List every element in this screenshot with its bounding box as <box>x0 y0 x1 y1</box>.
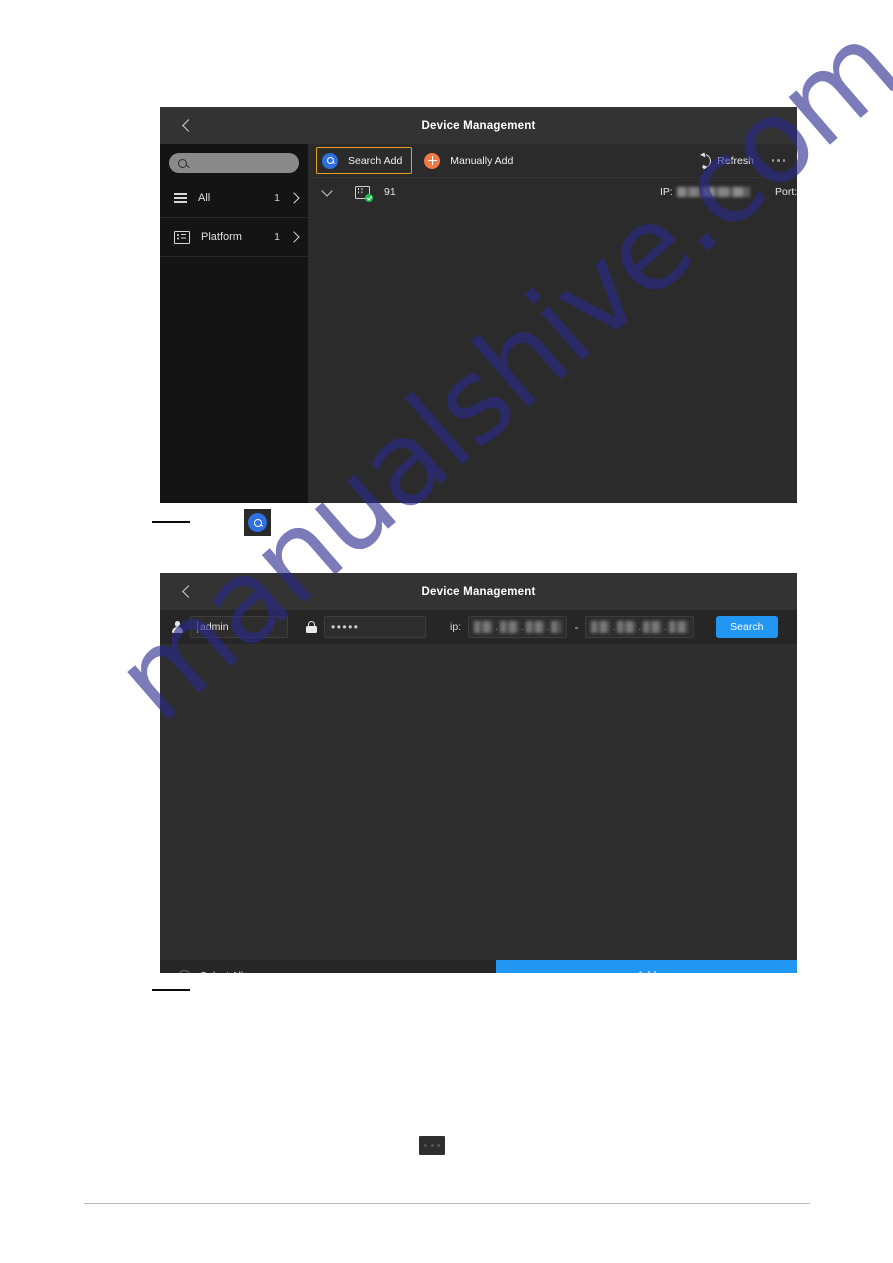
panel-one-content: Search Add Manually Add Refresh 91 IP: P… <box>308 144 797 503</box>
ip-octet-redacted <box>474 621 494 633</box>
ip-range-separator: - <box>574 620 579 634</box>
username-value: admin <box>200 621 229 633</box>
page-title: Device Management <box>421 585 536 598</box>
device-port: Port:8320 <box>775 186 797 198</box>
sidebar-search-wrap <box>160 144 308 179</box>
page-footer-rule <box>84 1203 810 1204</box>
device-ip-value-redacted <box>676 187 750 197</box>
ip-octet-redacted <box>591 621 611 633</box>
device-ip-label: IP: <box>660 186 673 198</box>
ip-octet-redacted <box>617 621 637 633</box>
text-caret <box>197 621 198 633</box>
add-button[interactable]: Add <box>496 960 797 973</box>
sidebar-item-all[interactable]: All 1 <box>160 179 308 218</box>
ip-dot-separator: . <box>638 621 641 633</box>
refresh-icon <box>694 150 714 171</box>
ip-octet-redacted <box>525 621 545 633</box>
panel-two-titlebar: Device Management <box>160 573 797 610</box>
device-management-panel-one: Device Management All 1 Platform 1 Searc… <box>160 107 797 503</box>
sidebar-item-platform[interactable]: Platform 1 <box>160 218 308 257</box>
chevron-right-icon <box>288 231 300 243</box>
password-field[interactable]: ••••• <box>324 616 426 638</box>
plus-circle-icon <box>424 152 441 169</box>
search-circle-icon <box>322 152 338 169</box>
refresh-button[interactable]: Refresh <box>717 155 754 167</box>
ip-octet-redacted <box>668 621 688 633</box>
ip-dot-separator: . <box>612 621 616 633</box>
chevron-right-icon <box>288 192 300 204</box>
search-icon-chip <box>244 509 271 536</box>
select-all-button[interactable]: Select All <box>160 960 496 973</box>
chevron-down-icon[interactable] <box>321 184 333 197</box>
password-value: ••••• <box>331 620 360 634</box>
platform-icon <box>174 230 190 244</box>
ip-dot-separator: . <box>546 621 550 633</box>
search-device-form: admin ••••• ip: . . . - . . . Search <box>160 610 797 645</box>
manually-add-label: Manually Add <box>450 154 514 167</box>
chevron-left-icon <box>182 119 195 132</box>
device-online-icon <box>355 185 373 202</box>
more-icon-chip <box>419 1136 445 1155</box>
table-row[interactable]: 91 IP: Port:8320 <box>308 178 797 206</box>
ip-end-input[interactable]: . . . <box>585 616 694 638</box>
ip-dot-separator: . <box>664 621 667 633</box>
sidebar: All 1 Platform 1 <box>160 144 308 503</box>
ip-dot-separator: . <box>495 621 498 633</box>
device-management-panel-two: Device Management admin ••••• ip: . . . … <box>160 573 797 973</box>
step-marker-rule <box>152 989 190 991</box>
toolbar-right-group: Refresh <box>694 150 787 171</box>
username-field[interactable]: admin <box>190 616 288 638</box>
chevron-left-icon <box>182 585 195 598</box>
search-circle-icon <box>248 513 267 532</box>
manually-add-button[interactable]: Manually Add <box>418 147 523 174</box>
search-add-label: Search Add <box>348 154 403 167</box>
toolbar: Search Add Manually Add Refresh <box>308 144 797 178</box>
panel-one-body: All 1 Platform 1 Search Add Manually Add… <box>160 144 797 503</box>
search-results-list <box>160 645 797 960</box>
ip-octet-redacted <box>499 621 519 633</box>
radio-unchecked-icon <box>178 969 191 973</box>
search-button[interactable]: Search <box>715 616 778 638</box>
sidebar-item-count: 1 <box>274 192 280 204</box>
user-icon <box>172 621 183 633</box>
ip-octet-redacted <box>643 621 662 633</box>
search-icon <box>178 158 187 168</box>
sidebar-item-label: All <box>198 192 211 204</box>
device-name: 91 <box>384 186 396 198</box>
search-add-button[interactable]: Search Add <box>316 147 413 174</box>
search-input[interactable] <box>169 153 299 173</box>
ip-start-input[interactable]: . . . <box>468 616 568 638</box>
back-button[interactable] <box>174 107 200 144</box>
device-ip: IP: <box>660 186 750 198</box>
more-horizontal-icon[interactable] <box>770 159 787 162</box>
step-marker-rule <box>152 521 190 523</box>
page-title: Device Management <box>421 119 536 132</box>
sidebar-item-count: 1 <box>274 231 280 243</box>
back-button[interactable] <box>174 573 200 610</box>
panel-one-titlebar: Device Management <box>160 107 797 144</box>
ip-dot-separator: . <box>520 621 524 633</box>
panel-two-footer: Select All Add <box>160 960 797 973</box>
lock-icon <box>306 621 317 633</box>
hamburger-icon <box>174 190 187 205</box>
sidebar-item-label: Platform <box>201 231 242 243</box>
ip-octet-redacted <box>551 621 562 633</box>
select-all-label: Select All <box>200 970 243 973</box>
ip-range-label: ip: <box>450 621 462 633</box>
